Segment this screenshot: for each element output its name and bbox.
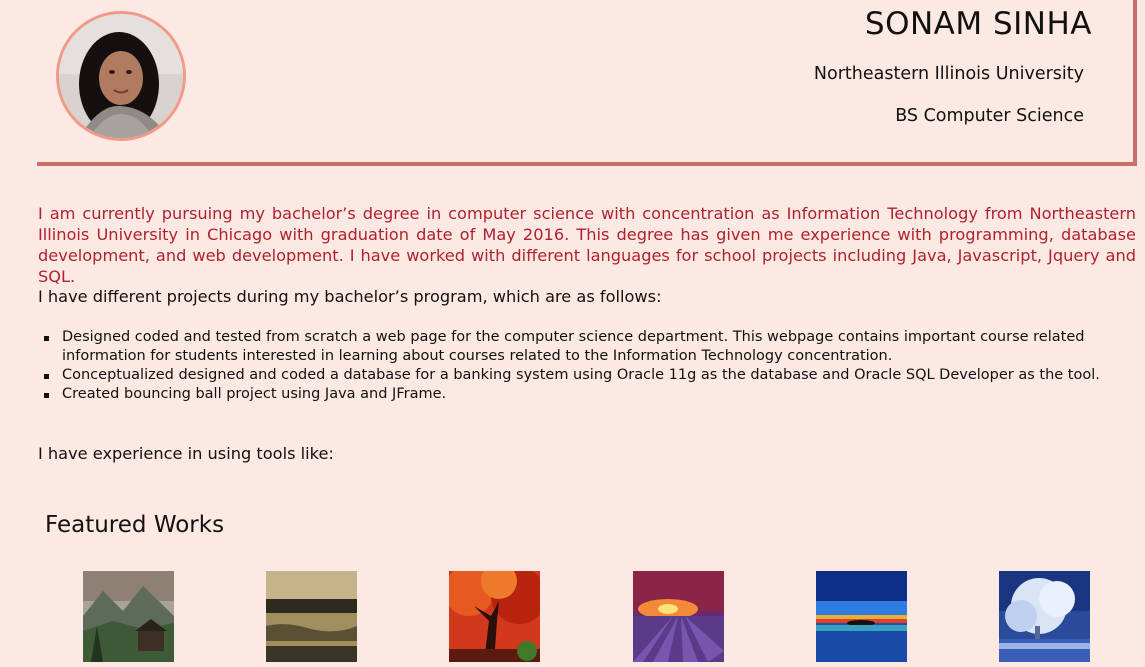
projects-list: Designed coded and tested from scratch a…	[38, 328, 1136, 404]
autumn-tree-thumbnail[interactable]	[449, 571, 540, 662]
intro-paragraph: I am currently pursuing my bachelor’s de…	[38, 204, 1136, 286]
project-item: Created bouncing ball project using Java…	[44, 385, 1136, 404]
university-name: Northeastern Illinois University	[813, 64, 1084, 84]
project-item: Designed coded and tested from scratch a…	[44, 328, 1136, 366]
snowy-tree-thumbnail[interactable]	[999, 571, 1090, 662]
degree-name: BS Computer Science	[895, 106, 1084, 126]
profile-name: SONAM SINHA	[864, 6, 1092, 42]
lake-reflection-thumbnail[interactable]	[266, 571, 357, 662]
tools-heading: I have experience in using tools like:	[38, 444, 334, 463]
featured-works-title: Featured Works	[45, 512, 225, 538]
projects-heading: I have different projects during my bach…	[38, 287, 662, 306]
profile-photo	[56, 11, 186, 141]
mountain-cabin-thumbnail[interactable]	[83, 571, 174, 662]
project-item: Conceptualized designed and coded a data…	[44, 366, 1136, 385]
profile-header: SONAM SINHA Northeastern Illinois Univer…	[37, 0, 1137, 166]
island-sunset-thumbnail[interactable]	[816, 571, 907, 662]
lavender-sunset-thumbnail[interactable]	[633, 571, 724, 662]
